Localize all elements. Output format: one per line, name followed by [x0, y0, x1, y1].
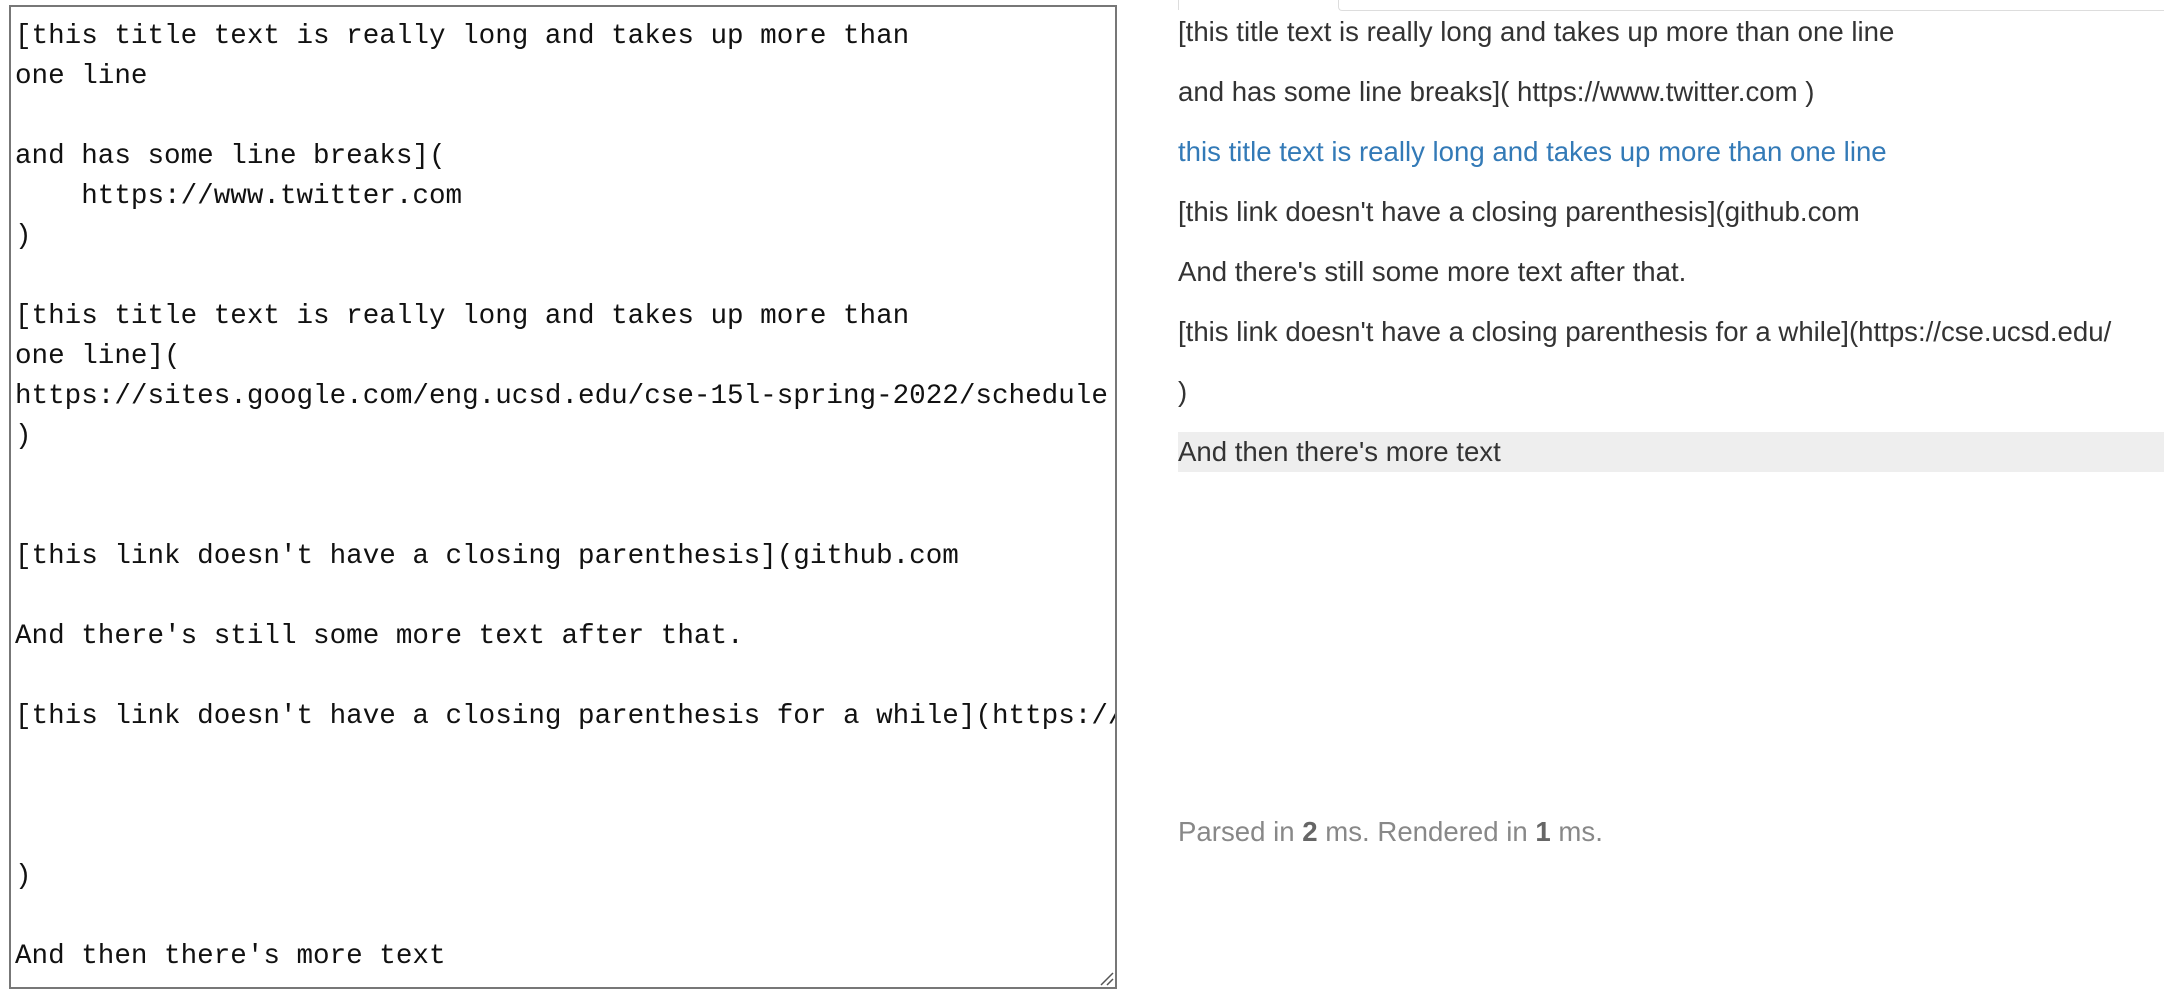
preview-paragraph: and has some line breaks]( https://www.t… — [1178, 76, 1815, 107]
preview-paragraph: [this title text is really long and take… — [1178, 16, 1895, 47]
ms-suffix: ms. — [1550, 816, 1603, 847]
rendered-preview: [this title text is really long and take… — [1178, 12, 2164, 472]
parsed-ms-value: 2 — [1302, 816, 1318, 847]
markdown-editor[interactable]: [this title text is really long and take… — [9, 5, 1117, 989]
rendered-ms-value: 1 — [1535, 816, 1551, 847]
preview-paragraph: [this link doesn't have a closing parent… — [1178, 316, 2112, 347]
preview-paragraph: And there's still some more text after t… — [1178, 256, 1687, 287]
rendered-label: ms. Rendered in — [1317, 816, 1536, 847]
preview-paragraph-highlighted: And then there's more text — [1178, 432, 2164, 472]
preview-paragraph: [this link doesn't have a closing parent… — [1178, 196, 1860, 227]
ucsd-schedule-link[interactable]: this title text is really long and takes… — [1178, 136, 1887, 167]
preview-paragraph: ) — [1178, 376, 1188, 407]
markdown-source-text[interactable]: [this title text is really long and take… — [15, 17, 1115, 987]
timing-stats: Parsed in 2 ms. Rendered in 1 ms. — [1178, 812, 1603, 852]
parsed-label: Parsed in — [1178, 816, 1303, 847]
tab-preview[interactable] — [1178, 0, 1339, 10]
tab-strip-border — [1338, 0, 2164, 11]
resize-handle-icon[interactable] — [1097, 969, 1115, 987]
preview-tab-strip — [1178, 0, 2164, 12]
preview-paragraph-link: this title text is really long and takes… — [1178, 132, 2164, 192]
